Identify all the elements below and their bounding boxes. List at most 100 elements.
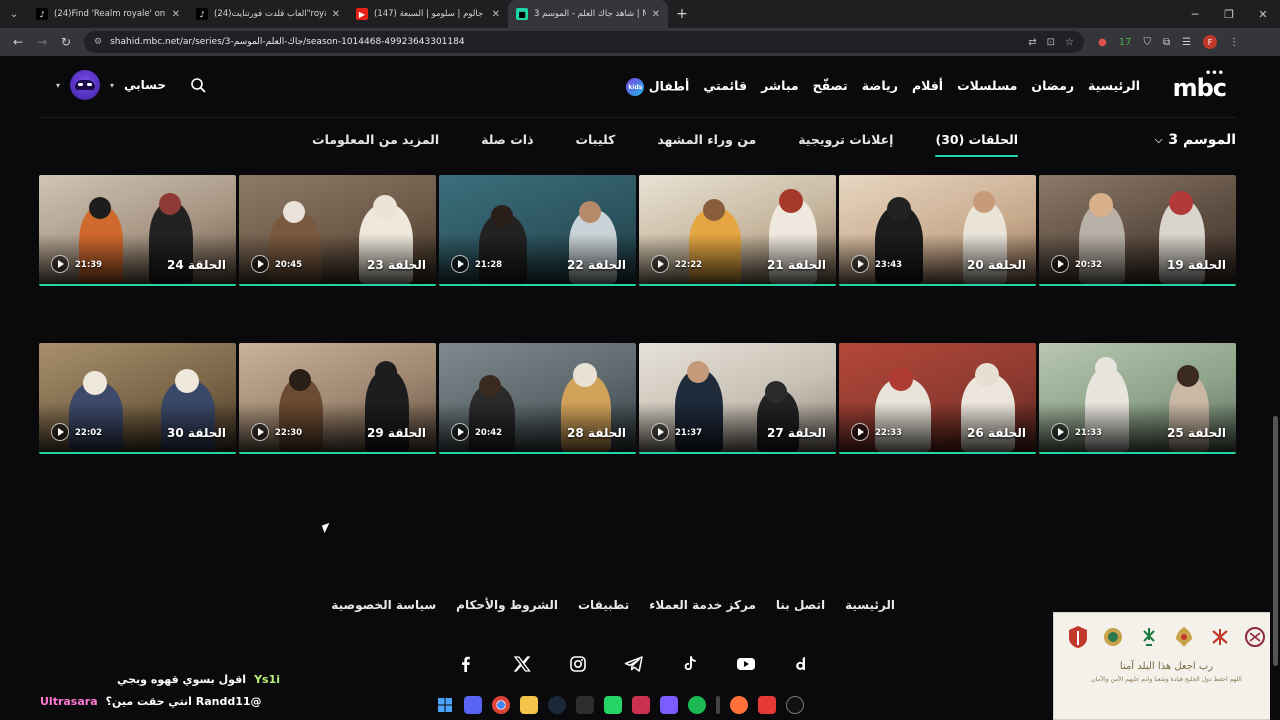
footer-link-privacy[interactable]: سياسة الخصوصية [331,598,436,612]
tab-promos[interactable]: إعلانات ترويجية [798,132,893,157]
episode-card[interactable]: الحلقة 28 20:42 [439,343,636,454]
close-window-icon[interactable]: ✕ [1246,8,1280,21]
play-icon[interactable] [451,255,469,273]
nav-kids[interactable]: kids أطفال [622,78,689,96]
episode-card[interactable]: الحلقة 20 23:43 [839,175,1036,286]
back-icon[interactable]: ← [6,35,30,49]
tab-search-button[interactable]: ⌄ [0,0,28,28]
instagram-icon[interactable] [564,650,592,678]
footer-link-home[interactable]: الرئيسية [845,598,895,612]
app-icon[interactable] [660,696,678,714]
telegram-icon[interactable] [620,650,648,678]
mbc-logo[interactable]: mbc ••• [1173,68,1227,102]
browser-tab-active[interactable]: ■ شاهد جاك العلم - الموسم 3 | MBC ✕ [508,0,668,28]
avatar[interactable] [70,70,101,100]
play-icon[interactable] [51,255,69,273]
browser-tab[interactable]: ♪ (24)Find 'Realm royale' on TikTok ✕ [28,0,188,28]
profile-avatar[interactable]: F [1203,35,1218,49]
episode-card[interactable]: الحلقة 19 20:32 [1039,175,1236,286]
episode-card[interactable]: الحلقة 25 21:33 [1039,343,1236,454]
extension-badge-icon[interactable]: 17 [1119,37,1132,48]
xbox-icon[interactable] [576,696,594,714]
facebook-icon[interactable] [452,650,480,678]
episode-card[interactable]: الحلقة 23 20:45 [239,175,436,286]
nav-my-list[interactable]: قائمتي [703,78,747,96]
play-icon[interactable] [851,423,869,441]
play-icon[interactable] [251,255,269,273]
tab-episodes[interactable]: الحلقات (30) [935,132,1018,157]
windows-start-icon[interactable] [436,696,454,714]
x-icon[interactable] [508,650,536,678]
tab-behind-scenes[interactable]: من وراء المشهد [657,132,756,157]
tab-clips[interactable]: كليبات [575,132,615,157]
search-icon[interactable] [190,77,206,93]
browser-tab[interactable]: ▶ (147) جالوم | سلومو | السبعة | be ✕ [348,0,508,28]
discord-icon[interactable] [464,696,482,714]
footer-link-apps[interactable]: تطبيقات [578,598,629,612]
shield-icon[interactable]: ⛉ [1143,37,1151,48]
forward-icon[interactable]: → [30,35,54,49]
close-icon[interactable]: ✕ [492,9,500,20]
close-icon[interactable]: ✕ [652,9,660,20]
url-input[interactable]: ⚙ shahid.mbc.net/ar/series/3-جاك-العلم-ا… [84,31,1084,53]
play-icon[interactable] [651,423,669,441]
puzzle-icon[interactable]: ⧉ [1163,37,1170,48]
close-icon[interactable]: ✕ [172,9,180,20]
browser-tab[interactable]: ♪ (24)العاب قلدت فورتنايت"royal ✕ [188,0,348,28]
youtube-icon[interactable] [732,650,760,678]
episode-card[interactable]: الحلقة 27 21:37 [639,343,836,454]
steam-icon[interactable] [548,696,566,714]
nav-series[interactable]: مسلسلات [957,78,1017,96]
site-info-icon[interactable]: ⚙ [94,37,102,47]
nav-sports[interactable]: رياضة [862,78,898,96]
chevron-down-icon[interactable]: ▾ [110,81,114,90]
play-icon[interactable] [1051,423,1069,441]
play-icon[interactable] [651,255,669,273]
play-icon[interactable] [251,423,269,441]
chrome-icon[interactable] [492,696,510,714]
minimize-icon[interactable]: ─ [1178,8,1212,21]
footer-link-support[interactable]: مركز خدمة العملاء [649,598,756,612]
dailymotion-icon[interactable] [788,650,816,678]
reload-icon[interactable]: ↻ [54,35,78,49]
nav-browse[interactable]: تصفّح [813,78,848,96]
nav-ramadan[interactable]: رمضان [1031,78,1074,96]
episode-card[interactable]: الحلقة 26 22:33 [839,343,1036,454]
nav-movies[interactable]: أفلام [912,78,943,96]
whatsapp-icon[interactable] [604,696,622,714]
footer-link-contact[interactable]: اتصل بنا [776,598,825,612]
install-icon[interactable]: ⊡ [1047,37,1055,48]
episode-card[interactable]: الحلقة 22 21:28 [439,175,636,286]
new-tab-button[interactable]: + [668,6,696,22]
chevron-down-icon[interactable]: ▾ [56,81,60,90]
restore-icon[interactable]: ❐ [1212,8,1246,21]
spotify-icon[interactable] [688,696,706,714]
account-label[interactable]: حسابي [124,78,166,92]
page-scrollbar[interactable] [1270,56,1280,720]
play-icon[interactable] [451,423,469,441]
menu-dots-icon[interactable]: ⋮ [1229,37,1239,48]
play-icon[interactable] [51,423,69,441]
scrollbar-thumb[interactable] [1273,416,1278,666]
close-icon[interactable]: ✕ [332,9,340,20]
season-dropdown[interactable]: الموسم 3 ⌵ [1155,132,1236,148]
episode-card[interactable]: الحلقة 30 22:02 [39,343,236,454]
tiktok-icon[interactable] [676,650,704,678]
episode-card[interactable]: الحلقة 24 21:39 [39,175,236,286]
translate-icon[interactable]: ⇄ [1028,37,1036,48]
play-icon[interactable] [1051,255,1069,273]
tab-more-info[interactable]: المزيد من المعلومات [312,132,439,157]
episode-card[interactable]: الحلقة 21 22:22 [639,175,836,286]
tab-related[interactable]: ذات صلة [481,132,533,157]
app-icon[interactable] [786,696,804,714]
bookmark-star-icon[interactable]: ☆ [1065,37,1074,48]
firefox-icon[interactable] [730,696,748,714]
app-icon[interactable] [758,696,776,714]
play-icon[interactable] [851,255,869,273]
nav-home[interactable]: الرئيسية [1088,78,1140,96]
extension-icon[interactable]: ● [1098,37,1107,48]
app-icon[interactable] [632,696,650,714]
episode-card[interactable]: الحلقة 29 22:30 [239,343,436,454]
tab-list-icon[interactable]: ☰ [1182,37,1191,48]
nav-live[interactable]: مباشر [761,78,799,96]
